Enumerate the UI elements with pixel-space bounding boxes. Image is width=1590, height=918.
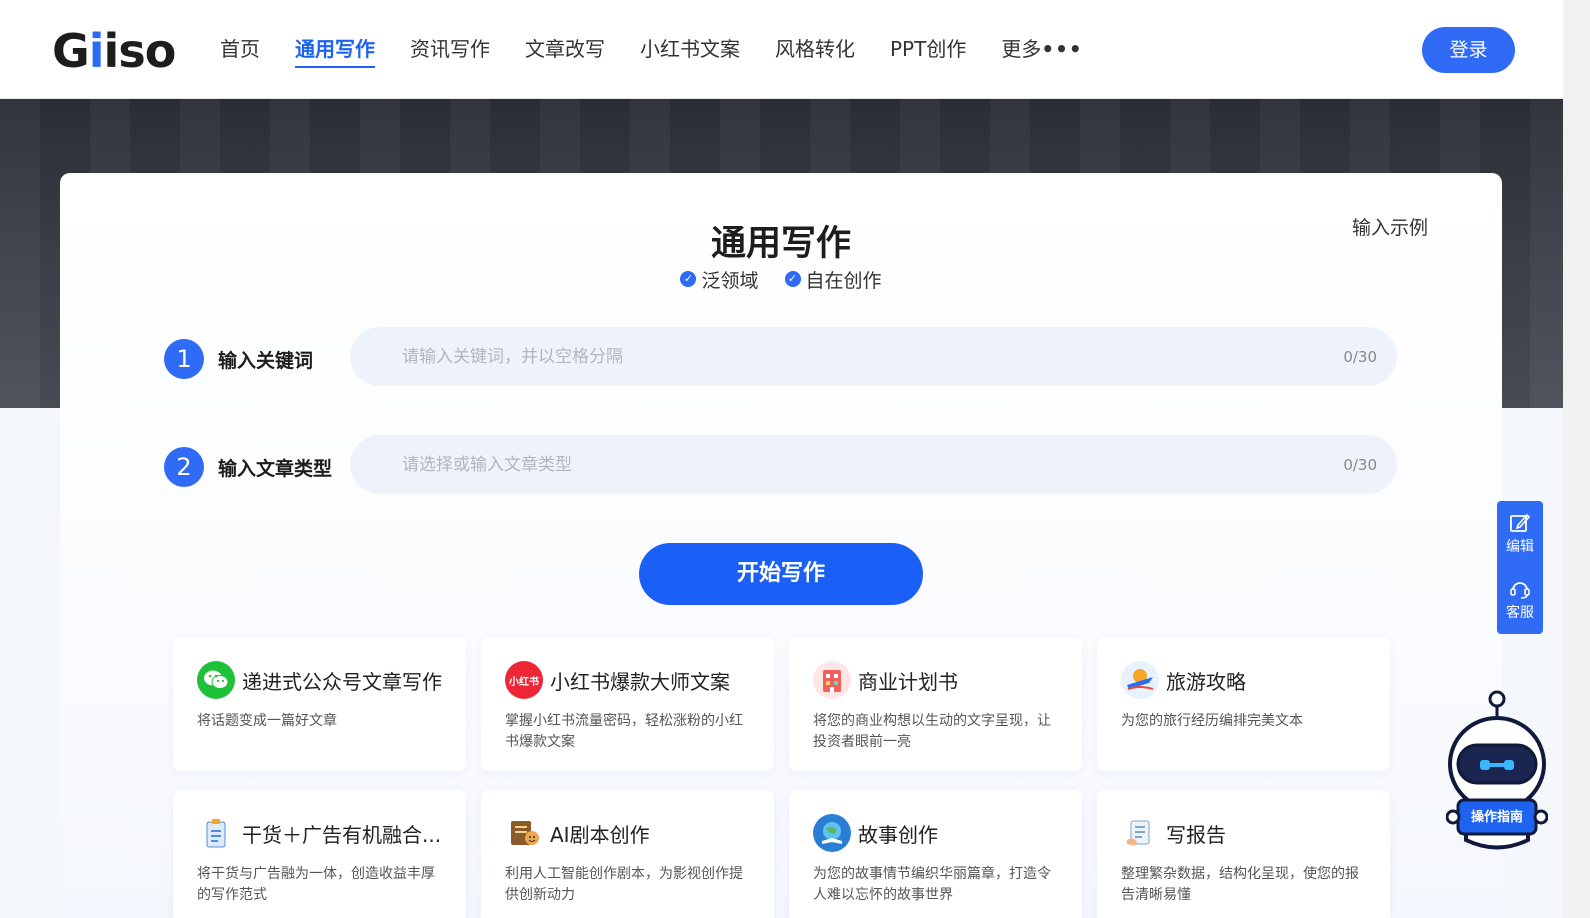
template-desc: 整理繁杂数据，结构化呈现，使您的报告清晰易懂 <box>1121 866 1359 903</box>
template-desc: 将干货与广告融为一体，创造收益丰厚的写作范式 <box>197 866 435 903</box>
step-number: 1 <box>164 339 204 379</box>
tag-free-creation: ✓ 自在创作 <box>784 266 882 293</box>
step-label: 输入文章类型 <box>218 457 333 480</box>
start-writing-button[interactable]: 开始写作 <box>639 543 923 605</box>
template-head: AI剧本创作 <box>505 814 750 852</box>
template-card[interactable]: 递进式公众号文章写作 将话题变成一篇好文章 <box>173 637 466 771</box>
article-type-counter: 0/30 <box>1343 455 1377 474</box>
template-card[interactable]: 故事创作 为您的故事情节编织华丽篇章，打造令人难以忘怀的故事世界 <box>789 790 1082 918</box>
template-desc: 为您的故事情节编织华丽篇章，打造令人难以忘怀的故事世界 <box>813 866 1051 903</box>
login-button[interactable]: 登录 <box>1422 27 1515 73</box>
nav-home[interactable]: 首页 <box>220 30 260 68</box>
globe-book-icon <box>813 814 851 852</box>
step-article-type: 2 输入文章类型 <box>164 447 332 487</box>
more-dots-icon: ••• <box>1041 37 1083 61</box>
main-nav: 首页 通用写作 资讯写作 文章改写 小红书文案 风格转化 PPT创作 更多••• <box>220 30 1118 68</box>
template-card[interactable]: AI剧本创作 利用人工智能创作剧本，为影视创作提供创新动力 <box>481 790 774 918</box>
template-head: 商业计划书 <box>813 661 1058 699</box>
feature-tags: ✓ 泛领域 ✓ 自在创作 <box>60 265 1502 293</box>
template-desc: 利用人工智能创作剧本，为影视创作提供创新动力 <box>505 866 743 903</box>
airplane-icon <box>1121 661 1159 699</box>
nav-news-writing[interactable]: 资讯写作 <box>410 30 490 68</box>
step-number: 2 <box>164 447 204 487</box>
template-head: 写报告 <box>1121 814 1366 852</box>
nav-more-label: 更多 <box>1001 37 1042 61</box>
step-keywords: 1 输入关键词 <box>164 339 313 379</box>
keywords-counter: 0/30 <box>1343 347 1377 366</box>
template-title: AI剧本创作 <box>550 822 650 847</box>
robot-label: 操作指南 <box>1470 810 1523 825</box>
nav-article-rewrite[interactable]: 文章改写 <box>525 30 605 68</box>
template-head: 递进式公众号文章写作 <box>197 661 442 699</box>
page-scrollbar[interactable] <box>1563 0 1590 918</box>
template-desc: 为您的旅行经历编排完美文本 <box>1121 713 1303 729</box>
nav-xiaohongshu[interactable]: 小红书文案 <box>640 30 740 68</box>
template-card[interactable]: 商业计划书 将您的商业构想以生动的文字呈现，让投资者眼前一亮 <box>789 637 1082 771</box>
xiaohongshu-icon: 小红书 <box>505 661 543 699</box>
edit-label: 编辑 <box>1506 539 1534 555</box>
template-title: 写报告 <box>1166 822 1226 847</box>
report-icon <box>1121 814 1159 852</box>
template-head: 旅游攻略 <box>1121 661 1366 699</box>
template-title: 递进式公众号文章写作 <box>242 669 442 694</box>
headset-icon <box>1510 582 1530 599</box>
check-icon: ✓ <box>680 271 697 287</box>
template-title: 旅游攻略 <box>1166 669 1246 694</box>
page-title: 通用写作 <box>710 224 851 264</box>
template-card[interactable]: 旅游攻略 为您的旅行经历编排完美文本 <box>1097 637 1390 771</box>
tag-label: 自在创作 <box>805 269 882 292</box>
tag-general-domain: ✓ 泛领域 <box>680 266 758 293</box>
nav-general-writing[interactable]: 通用写作 <box>295 30 375 68</box>
keywords-input[interactable] <box>402 346 1344 367</box>
robot-icon <box>1445 690 1549 850</box>
template-head: 故事创作 <box>813 814 1058 852</box>
service-label: 客服 <box>1506 605 1534 621</box>
clipboard-icon <box>197 814 235 852</box>
nav-more[interactable]: 更多••• <box>1001 30 1082 68</box>
article-type-field: 0/30 <box>350 435 1397 494</box>
template-card[interactable]: 干货＋广告有机融合... 将干货与广告融为一体，创造收益丰厚的写作范式 <box>173 790 466 918</box>
top-header: Giiso 首页 通用写作 资讯写作 文章改写 小红书文案 风格转化 PPT创作… <box>0 0 1563 99</box>
template-title: 小红书爆款大师文案 <box>550 669 730 694</box>
input-example-link[interactable]: 输入示例 <box>1352 213 1428 240</box>
article-type-input[interactable] <box>402 454 1344 475</box>
building-icon <box>813 661 851 699</box>
keywords-field: 0/30 <box>350 327 1397 386</box>
guide-robot[interactable]: 操作指南 <box>1445 690 1549 862</box>
script-icon <box>505 814 543 852</box>
step-label: 输入关键词 <box>218 349 314 372</box>
nav-ppt[interactable]: PPT创作 <box>890 30 966 68</box>
customer-service-button[interactable]: 客服 <box>1497 567 1543 633</box>
template-title: 商业计划书 <box>858 669 958 694</box>
template-head: 小红书 小红书爆款大师文案 <box>505 661 750 699</box>
template-desc: 掌握小红书流量密码，轻松涨粉的小红书爆款文案 <box>505 713 743 750</box>
template-card[interactable]: 小红书 小红书爆款大师文案 掌握小红书流量密码，轻松涨粉的小红书爆款文案 <box>481 637 774 771</box>
edit-icon <box>1510 513 1531 532</box>
template-title: 故事创作 <box>858 822 938 847</box>
float-toolbar: 编辑 客服 <box>1497 501 1543 634</box>
wechat-icon <box>197 661 235 699</box>
check-icon: ✓ <box>784 271 801 287</box>
template-desc: 将话题变成一篇好文章 <box>197 713 337 729</box>
template-card[interactable]: 写报告 整理繁杂数据，结构化呈现，使您的报告清晰易懂 <box>1097 790 1390 918</box>
tag-label: 泛领域 <box>701 269 759 292</box>
template-head: 干货＋广告有机融合... <box>197 814 442 852</box>
nav-style-transfer[interactable]: 风格转化 <box>775 30 855 68</box>
template-title: 干货＋广告有机融合... <box>242 822 442 847</box>
giiso-logo[interactable]: Giiso <box>52 24 176 78</box>
template-desc: 将您的商业构想以生动的文字呈现，让投资者眼前一亮 <box>813 713 1051 750</box>
edit-button[interactable]: 编辑 <box>1497 501 1543 567</box>
